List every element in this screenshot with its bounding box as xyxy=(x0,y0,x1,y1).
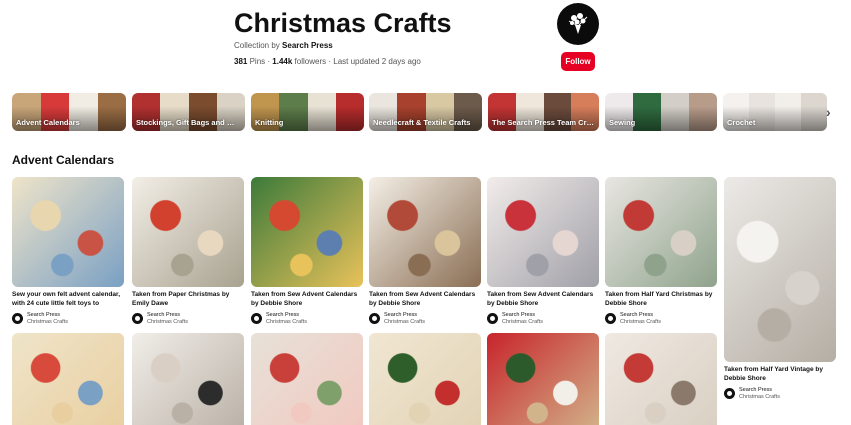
pin[interactable]: Taken from Half Yard Christmas by Debbie… xyxy=(605,177,717,325)
chevron-right-icon[interactable]: › xyxy=(826,104,831,120)
pin-image[interactable] xyxy=(132,177,244,287)
followers-count[interactable]: 1.44k xyxy=(272,57,292,66)
pins-label: Pins xyxy=(249,57,266,66)
section-label: Stockings, Gift Bags and Wr... xyxy=(136,118,241,127)
pin-image[interactable] xyxy=(487,333,599,425)
pin-image[interactable] xyxy=(132,333,244,425)
pin-image[interactable] xyxy=(724,177,836,362)
pin-image[interactable] xyxy=(251,177,363,287)
section-chip[interactable]: Needlecraft & Textile Crafts xyxy=(369,93,482,131)
pin-image[interactable] xyxy=(12,333,124,425)
owner-link[interactable]: Search Press xyxy=(282,41,333,50)
pin-description[interactable]: Taken from Paper Christmas by Emily Dawe xyxy=(132,291,244,308)
source-board[interactable]: Christmas Crafts xyxy=(502,319,543,326)
source-board[interactable]: Christmas Crafts xyxy=(147,319,188,326)
source-avatar[interactable] xyxy=(724,388,735,399)
section-chip[interactable]: Stockings, Gift Bags and Wr... xyxy=(132,93,245,131)
pin[interactable] xyxy=(605,333,717,425)
pin[interactable] xyxy=(369,333,481,425)
source-avatar[interactable] xyxy=(132,313,143,324)
source-board[interactable]: Christmas Crafts xyxy=(27,319,68,326)
last-updated: Last updated 2 days ago xyxy=(333,57,421,66)
section-chip[interactable]: Advent Calendars xyxy=(12,93,126,131)
pin-description[interactable]: Taken from Sew Advent Calendars by Debbi… xyxy=(487,291,599,308)
pin-description[interactable]: Taken from Half Yard Vintage by Debbie S… xyxy=(724,366,836,383)
pin-source[interactable]: Search Press Christmas Crafts xyxy=(605,312,717,325)
pin-image[interactable] xyxy=(487,177,599,287)
board-title: Christmas Crafts xyxy=(234,8,452,38)
pin-source[interactable]: Search Press Christmas Crafts xyxy=(724,387,836,400)
pin[interactable] xyxy=(487,333,599,425)
pin-image[interactable] xyxy=(369,333,481,425)
collection-prefix: Collection by xyxy=(234,41,280,50)
section-label: Needlecraft & Textile Crafts xyxy=(373,118,471,127)
pin[interactable]: Taken from Paper Christmas by Emily Dawe… xyxy=(132,177,244,325)
bouquet-logo-icon xyxy=(568,13,588,34)
pin[interactable]: Taken from Sew Advent Calendars by Debbi… xyxy=(251,177,363,325)
pin[interactable]: Taken from Sew Advent Calendars by Debbi… xyxy=(487,177,599,325)
pin-source[interactable]: Search Press Christmas Crafts xyxy=(369,312,481,325)
pin[interactable] xyxy=(132,333,244,425)
section-chip[interactable]: Knitting xyxy=(251,93,364,131)
pin-source[interactable]: Search Press Christmas Crafts xyxy=(12,312,124,325)
section-chip[interactable]: The Search Press Team Craft... xyxy=(488,93,599,131)
pin[interactable] xyxy=(12,333,124,425)
source-avatar[interactable] xyxy=(605,313,616,324)
source-avatar[interactable] xyxy=(487,313,498,324)
pin-image[interactable] xyxy=(251,333,363,425)
source-avatar[interactable] xyxy=(251,313,262,324)
section-label: Sewing xyxy=(609,118,636,127)
followers-label[interactable]: followers xyxy=(295,57,327,66)
pin-source[interactable]: Search Press Christmas Crafts xyxy=(251,312,363,325)
collection-line: Collection by Search Press xyxy=(234,41,333,50)
source-board[interactable]: Christmas Crafts xyxy=(384,319,425,326)
section-label: Advent Calendars xyxy=(16,118,80,127)
pin-image[interactable] xyxy=(369,177,481,287)
pin[interactable] xyxy=(251,333,363,425)
pin-description[interactable]: Sew your own felt advent calendar, with … xyxy=(12,291,124,308)
source-board[interactable]: Christmas Crafts xyxy=(266,319,307,326)
pin-image[interactable] xyxy=(605,333,717,425)
pin-description[interactable]: Taken from Half Yard Christmas by Debbie… xyxy=(605,291,717,308)
section-label: Crochet xyxy=(727,118,756,127)
pin-source[interactable]: Search Press Christmas Crafts xyxy=(132,312,244,325)
pin[interactable]: Taken from Sew Advent Calendars by Debbi… xyxy=(369,177,481,325)
pin[interactable]: Sew your own felt advent calendar, with … xyxy=(12,177,124,325)
pin-image[interactable] xyxy=(605,177,717,287)
source-board[interactable]: Christmas Crafts xyxy=(739,394,780,401)
pin-image[interactable] xyxy=(12,177,124,287)
pin-source[interactable]: Search Press Christmas Crafts xyxy=(487,312,599,325)
section-heading: Advent Calendars xyxy=(12,153,115,167)
follow-button[interactable]: Follow xyxy=(561,52,595,71)
pin-description[interactable]: Taken from Sew Advent Calendars by Debbi… xyxy=(369,291,481,308)
pin-description[interactable]: Taken from Sew Advent Calendars by Debbi… xyxy=(251,291,363,308)
section-chip[interactable]: Crochet xyxy=(723,93,827,131)
source-avatar[interactable] xyxy=(12,313,23,324)
source-board[interactable]: Christmas Crafts xyxy=(620,319,661,326)
profile-avatar[interactable] xyxy=(557,3,599,45)
section-label: Knitting xyxy=(255,118,284,127)
source-avatar[interactable] xyxy=(369,313,380,324)
section-chip[interactable]: Sewing xyxy=(605,93,717,131)
pin[interactable]: Taken from Half Yard Vintage by Debbie S… xyxy=(724,177,836,400)
pins-count: 381 xyxy=(234,57,248,66)
sections-row: Advent Calendars Stockings, Gift Bags an… xyxy=(12,93,832,131)
board-stats: 381 Pins · 1.44k followers · Last update… xyxy=(234,57,421,66)
section-label: The Search Press Team Craft... xyxy=(492,118,595,127)
